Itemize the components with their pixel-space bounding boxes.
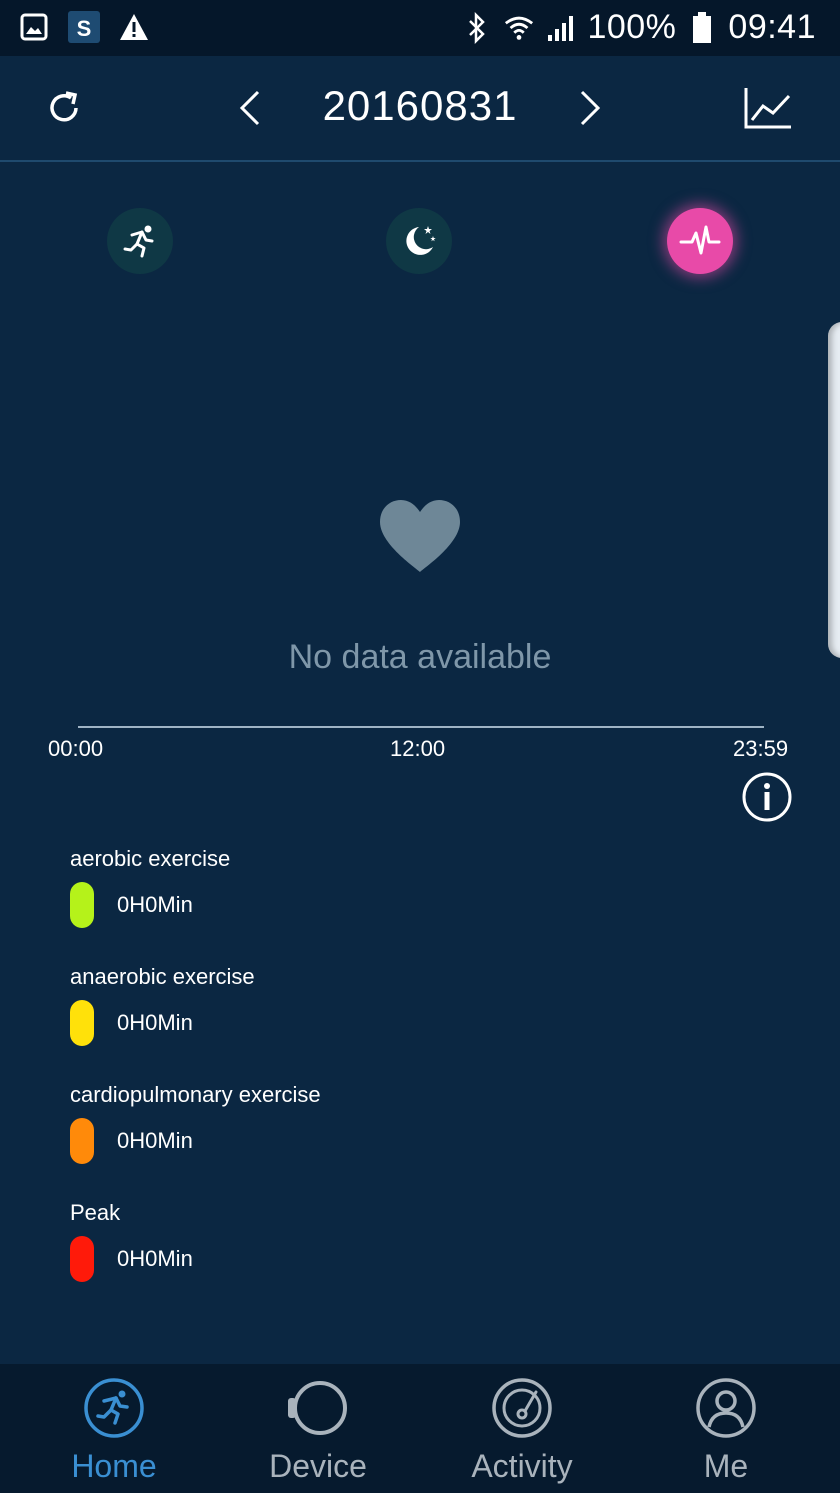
- legend-value: 0H0Min: [117, 1246, 193, 1271]
- mode-sleep-button[interactable]: [386, 208, 452, 274]
- legend-value: 0H0Min: [117, 892, 193, 917]
- side-drawer-handle[interactable]: [828, 322, 840, 658]
- legend-color-swatch: [70, 1000, 94, 1046]
- signal-icon: [545, 11, 577, 45]
- nav-device[interactable]: Device: [213, 1364, 423, 1493]
- bluetooth-icon: [461, 11, 493, 45]
- trend-chart-button[interactable]: [740, 80, 796, 136]
- mode-heart-rate-button[interactable]: [667, 208, 733, 274]
- legend-value: 0H0Min: [117, 1010, 193, 1035]
- legend-label: cardiopulmonary exercise: [70, 1082, 321, 1107]
- legend-label: Peak: [70, 1200, 121, 1225]
- nav-label: Me: [703, 1448, 749, 1484]
- wifi-icon: [503, 11, 535, 45]
- user-icon: [696, 1378, 756, 1438]
- timeline-end-label: 23:59: [733, 736, 789, 761]
- chevron-right-icon: [580, 90, 601, 126]
- legend-color-swatch: [70, 1118, 94, 1164]
- trend-chart-icon: [744, 88, 791, 129]
- legend-value: 0H0Min: [117, 1128, 193, 1153]
- info-button[interactable]: [742, 772, 792, 822]
- date-header: 20160831: [0, 56, 840, 162]
- app-s-icon: S: [68, 10, 100, 44]
- clock: 09:41: [728, 8, 816, 46]
- running-circle-icon: [84, 1378, 144, 1438]
- gallery-icon: [18, 10, 50, 44]
- next-day-button[interactable]: [562, 80, 618, 136]
- no-data-message: No data available: [288, 638, 552, 676]
- nav-home[interactable]: Home: [9, 1364, 219, 1493]
- mode-exercise-button[interactable]: [107, 208, 173, 274]
- legend-cardiopulmonary: cardiopulmonary exercise 0H0Min: [70, 1082, 321, 1164]
- bottom-navigation: Home Device Activity Me: [0, 1364, 840, 1493]
- legend-label: aerobic exercise: [70, 846, 231, 871]
- nav-label: Home: [71, 1448, 157, 1484]
- status-bar: S 100% 09:41: [0, 0, 840, 56]
- nav-activity[interactable]: Activity: [417, 1364, 627, 1493]
- notification-icons: S: [18, 10, 150, 44]
- legend-label: anaerobic exercise: [70, 964, 255, 989]
- legend-peak: Peak 0H0Min: [70, 1200, 193, 1282]
- svg-text:S: S: [77, 16, 92, 41]
- battery-percent: 100%: [587, 8, 677, 46]
- system-status: 100% 09:41: [461, 8, 816, 47]
- sleep-moon-icon: [406, 226, 436, 255]
- nav-me[interactable]: Me: [621, 1364, 831, 1493]
- info-icon: [742, 772, 792, 822]
- legend-color-swatch: [70, 1236, 94, 1282]
- legend-color-swatch: [70, 882, 94, 928]
- heart-icon: [380, 500, 460, 572]
- legend-aerobic: aerobic exercise 0H0Min: [70, 846, 230, 928]
- timeline-middle-label: 12:00: [390, 736, 446, 761]
- battery-icon: [686, 11, 718, 45]
- warning-icon: [118, 10, 150, 44]
- timeline-axis: [78, 726, 764, 728]
- heart-rate-icon: [679, 225, 721, 255]
- running-icon: [123, 225, 154, 258]
- watch-icon: [288, 1381, 347, 1435]
- selected-date[interactable]: 20160831: [0, 82, 840, 130]
- nav-label: Device: [269, 1448, 367, 1484]
- legend-anaerobic: anaerobic exercise 0H0Min: [70, 964, 255, 1046]
- timeline-start-label: 00:00: [48, 736, 104, 761]
- app-screen: S 100% 09:41 20160831 No data available …: [0, 0, 840, 1493]
- nav-label: Activity: [471, 1448, 573, 1484]
- radar-icon: [492, 1378, 552, 1438]
